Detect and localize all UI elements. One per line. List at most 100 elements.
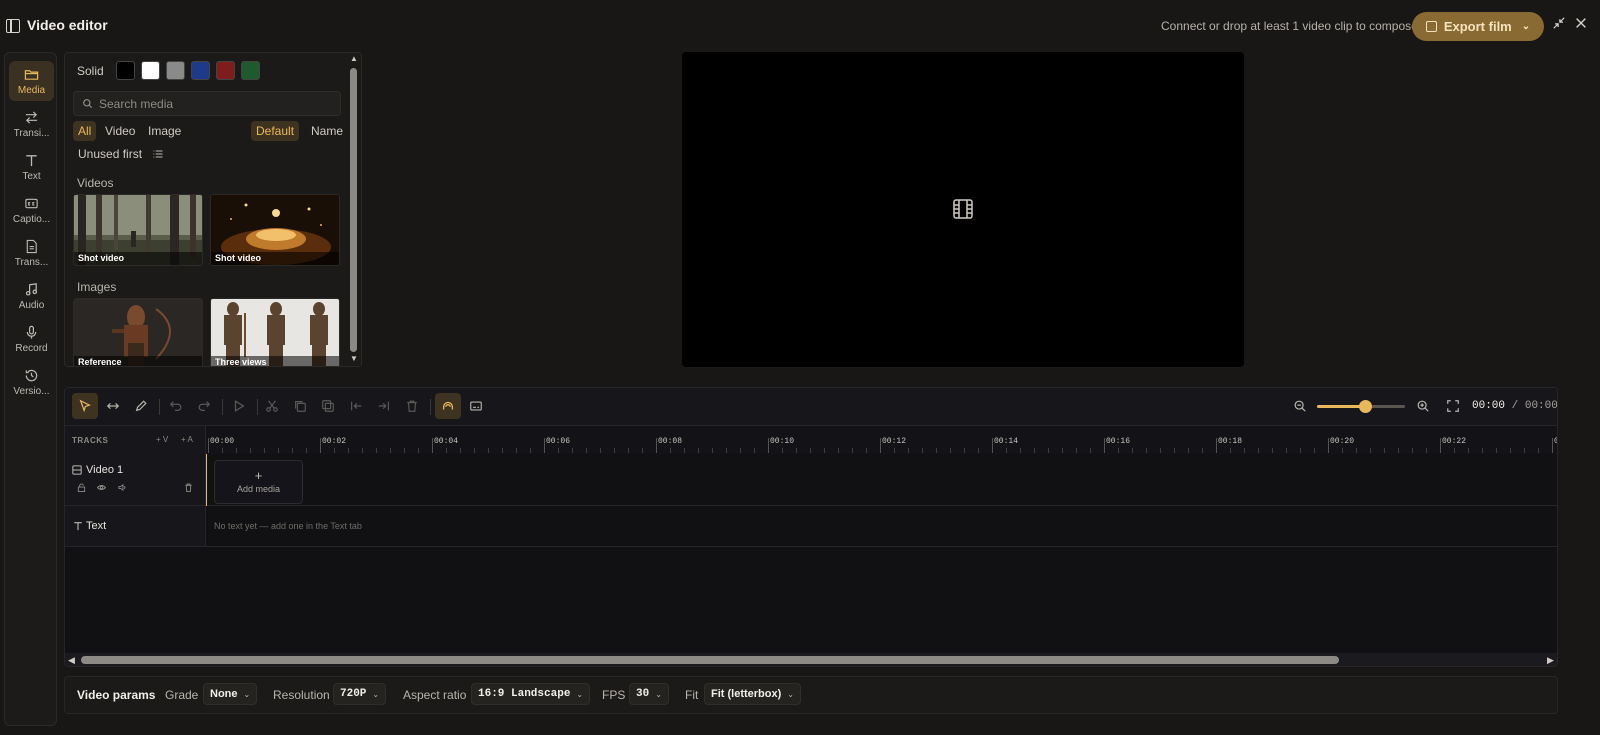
- delete-button[interactable]: [399, 393, 425, 419]
- scroll-left-icon[interactable]: ◀: [68, 655, 75, 666]
- magnet-icon: [442, 401, 454, 410]
- rail-item-captions[interactable]: Captio...: [9, 190, 54, 230]
- sidebar-toggle-icon[interactable]: [6, 19, 20, 33]
- swatch-red[interactable]: [215, 61, 235, 80]
- add-video-track-button[interactable]: + V: [156, 435, 168, 444]
- resolution-select[interactable]: 720P ⌄: [333, 683, 387, 705]
- unused-first-row[interactable]: Unused first: [78, 147, 164, 161]
- grade-select[interactable]: None ⌄: [203, 683, 258, 705]
- ruler-minor-tick: [684, 448, 685, 453]
- fit-select[interactable]: Fit (letterbox) ⌄: [704, 683, 801, 705]
- document-icon: [26, 239, 37, 253]
- ruler-minor-tick: [1258, 448, 1259, 453]
- draw-tool-button[interactable]: [128, 393, 154, 419]
- rail-item-record[interactable]: Record: [9, 319, 54, 359]
- magnet-snap-button[interactable]: [435, 393, 461, 419]
- playhead[interactable]: [206, 454, 207, 506]
- fit-timeline-button[interactable]: [1440, 393, 1466, 419]
- zoom-slider[interactable]: [1317, 400, 1405, 413]
- swatch-green[interactable]: [240, 61, 260, 80]
- media-scrollbar[interactable]: ▲ ▼: [348, 54, 360, 366]
- filter-video[interactable]: Video: [100, 121, 140, 141]
- image-thumbnail[interactable]: Three views: [210, 298, 340, 366]
- trim-start-button[interactable]: [343, 393, 369, 419]
- image-thumbnail[interactable]: Reference: [73, 298, 203, 366]
- ruler-minor-tick: [796, 448, 797, 453]
- trim-end-button[interactable]: [371, 393, 397, 419]
- split-button[interactable]: [259, 393, 285, 419]
- lock-icon[interactable]: [77, 481, 86, 495]
- add-audio-track-button[interactable]: + A: [181, 435, 193, 444]
- fit-value: Fit (letterbox): [711, 688, 782, 700]
- close-icon[interactable]: [1572, 16, 1590, 34]
- sort-name[interactable]: Name: [306, 121, 348, 141]
- export-film-button[interactable]: Export film ⌄: [1412, 12, 1544, 41]
- add-media-button[interactable]: + Add media: [214, 460, 303, 504]
- rail-item-text[interactable]: Text: [9, 147, 54, 187]
- zoom-slider-knob[interactable]: [1358, 400, 1372, 413]
- caption-toggle-button[interactable]: [463, 393, 489, 419]
- search-input[interactable]: [99, 96, 329, 111]
- duplicate-button[interactable]: [287, 393, 313, 419]
- redo-button[interactable]: [191, 393, 217, 419]
- zoom-out-button[interactable]: [1287, 393, 1313, 419]
- time-ruler[interactable]: 00:00 00:02 00:04 00:06 00:08 00:10 00:12 00:14…: [206, 426, 1557, 454]
- video-params-bar: Video params Grade None ⌄ Resolution 720P…: [64, 676, 1558, 714]
- ruler-minor-tick: [1118, 448, 1119, 453]
- rail-item-media[interactable]: Media: [9, 61, 54, 101]
- toolbar-divider: [430, 399, 431, 415]
- ruler-minor-tick: [1146, 448, 1147, 453]
- ruler-minor-tick: [1188, 448, 1189, 453]
- fps-select[interactable]: 30 ⌄: [629, 683, 669, 705]
- ruler-major-tick: [1104, 438, 1105, 453]
- video-thumbnail[interactable]: Shot video: [73, 194, 203, 266]
- empty-text-hint: No text yet — add one in the Text tab: [214, 521, 362, 531]
- copy-button[interactable]: [315, 393, 341, 419]
- undo-button[interactable]: [163, 393, 189, 419]
- timeline-scrollbar[interactable]: ◀ ▶: [65, 653, 1557, 666]
- speaker-icon[interactable]: [118, 481, 127, 495]
- swatch-blue[interactable]: [190, 61, 210, 80]
- ruler-tick-label: 00:04: [434, 437, 459, 446]
- scrollbar-thumb[interactable]: [81, 656, 1339, 664]
- rail-item-label: Text: [22, 170, 41, 182]
- swatch-gray[interactable]: [165, 61, 185, 80]
- rail-item-versions[interactable]: Versio...: [9, 362, 54, 402]
- thumbnail-caption: Three views: [211, 356, 339, 366]
- trim-tool-button[interactable]: [100, 393, 126, 419]
- scrollbar-thumb[interactable]: [350, 68, 357, 352]
- zoom-in-button[interactable]: [1410, 393, 1436, 419]
- trash-icon[interactable]: [184, 481, 193, 495]
- track-label: Text: [65, 506, 206, 546]
- scroll-down-icon[interactable]: ▼: [349, 354, 359, 364]
- select-tool-button[interactable]: [72, 393, 98, 419]
- chevron-down-icon: ⌄: [243, 689, 251, 699]
- video-preview[interactable]: [682, 52, 1244, 367]
- scroll-up-icon[interactable]: ▲: [349, 54, 359, 64]
- rail-item-transitions[interactable]: Transi...: [9, 104, 54, 144]
- rail-item-audio[interactable]: Audio: [9, 276, 54, 316]
- swatch-white[interactable]: [140, 61, 160, 80]
- redo-icon: [198, 401, 211, 411]
- ruler-minor-tick: [1300, 448, 1301, 453]
- video-thumbnail[interactable]: Shot video: [210, 194, 340, 266]
- sort-default[interactable]: Default: [251, 121, 300, 141]
- filter-image[interactable]: Image: [143, 121, 186, 141]
- collapse-icon[interactable]: [1550, 16, 1568, 34]
- play-button[interactable]: [226, 393, 252, 419]
- filter-all[interactable]: All: [73, 121, 97, 141]
- ruler-minor-tick: [642, 448, 643, 453]
- rail-item-transcript[interactable]: Trans...: [9, 233, 54, 273]
- ruler-tick-label: 00:08: [658, 437, 683, 446]
- ruler-minor-tick: [754, 448, 755, 453]
- aspect-ratio-select[interactable]: 16:9 Landscape ⌄: [471, 683, 591, 705]
- pencil-icon: [135, 400, 147, 412]
- ruler-minor-tick: [572, 448, 573, 453]
- list-icon[interactable]: [152, 148, 164, 160]
- scroll-right-icon[interactable]: ▶: [1547, 655, 1554, 666]
- chevron-down-icon: ⌄: [576, 689, 584, 699]
- ruler-tick-label: 00:22: [1442, 437, 1467, 446]
- ruler-minor-tick: [586, 448, 587, 453]
- eye-icon[interactable]: [96, 481, 107, 495]
- swatch-black[interactable]: [115, 61, 135, 80]
